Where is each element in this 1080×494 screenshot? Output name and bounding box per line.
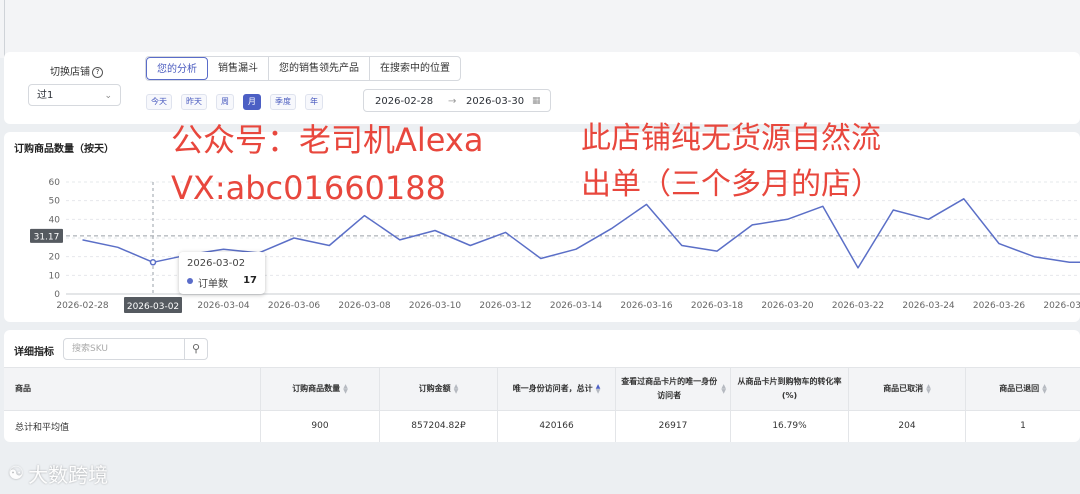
y-tick-label: 40 xyxy=(49,215,61,225)
chart-tooltip: 2026-03-02 订单数 17 xyxy=(179,252,265,294)
table-cell: 420166 xyxy=(497,410,615,442)
y-tick-label: 0 xyxy=(54,290,60,300)
column-header-order-amount[interactable]: 订购金额 ▲ ▼ xyxy=(379,368,497,410)
x-tick-label: 2026-02-28 xyxy=(56,301,109,311)
x-tick-label: 2026-03-04 xyxy=(197,301,250,311)
x-tick-label: 2026-03-24 xyxy=(902,301,955,311)
sku-search-input[interactable]: 搜索SKU ⚲ xyxy=(63,338,208,360)
series-dot-icon xyxy=(187,278,193,284)
column-header-unique-visitors[interactable]: 唯一身份访问者，总计 ▲ ▼ xyxy=(497,368,615,410)
table-cell: 204 xyxy=(848,410,965,442)
x-tick-label: 2026-03-12 xyxy=(479,301,531,311)
sort-icon[interactable]: ▲ ▼ xyxy=(343,384,348,395)
column-header-cart-conversion[interactable]: 从商品卡片到购物车的转化率(%) xyxy=(730,368,848,410)
x-tick-label: 2026-03-20 xyxy=(761,301,814,311)
table-row: 总计和平均值 900 857204.82₽ 420166 26917 16.79… xyxy=(4,410,1080,442)
x-tick-label: 2026-03-16 xyxy=(620,301,673,311)
orders-line-chart: 010203040506031.172026-02-282026-03-0220… xyxy=(30,178,1080,313)
column-header-ordered-qty[interactable]: 订购商品数量 ▲ ▼ xyxy=(260,368,379,410)
sort-icon[interactable]: ▲ ▼ xyxy=(926,384,931,395)
table-cell: 1 xyxy=(965,410,1080,442)
table-cell: 857204.82₽ xyxy=(379,410,497,442)
y-tick-label: 20 xyxy=(49,253,61,263)
watermark-line-2: VX:abc01660188 xyxy=(171,169,446,207)
sort-icon[interactable]: ▲ ▼ xyxy=(454,384,459,395)
x-tick-label: 2026-03-26 xyxy=(973,301,1026,311)
sort-icon[interactable]: ▲ ▼ xyxy=(721,384,726,395)
x-tick-label: 2026-03-06 xyxy=(268,301,321,311)
table-cell: 900 xyxy=(260,410,379,442)
tooltip-value: 17 xyxy=(243,275,257,286)
watermark-line-4: 出单（三个多月的店） xyxy=(581,167,881,202)
y-tick-label: 50 xyxy=(49,197,61,207)
logo-text: 大数跨境 xyxy=(28,462,109,487)
brand-logo: ☯ 大数跨境 xyxy=(8,458,108,488)
table-cell: 26917 xyxy=(615,410,730,442)
column-header-returned[interactable]: 商品已退回 ▲ ▼ xyxy=(965,368,1080,410)
watermark-line-3: 此店铺纯无货源自然流 xyxy=(581,121,881,156)
x-tick-label: 2026-03-10 xyxy=(409,301,462,311)
table-cell: 总计和平均值 xyxy=(15,422,70,433)
x-tick-label: 2026-03-28 xyxy=(1043,301,1080,311)
average-label: 31.17 xyxy=(34,232,60,242)
x-tick-label: 2026-03-22 xyxy=(832,301,884,311)
x-tick-label: 2026-03-14 xyxy=(550,301,603,311)
x-tick-label: 2026-03-18 xyxy=(691,301,744,311)
search-placeholder: 搜索SKU xyxy=(72,344,108,354)
column-header-product: 商品 xyxy=(15,384,31,393)
table-cell: 16.79% xyxy=(730,410,848,442)
y-tick-label: 60 xyxy=(49,178,61,188)
logo-icon: ☯ xyxy=(8,462,25,484)
highlight-point xyxy=(149,259,157,266)
sort-icon[interactable]: ▲ ▼ xyxy=(1042,384,1047,395)
search-icon[interactable]: ⚲ xyxy=(184,339,207,359)
column-header-card-visitors[interactable]: 查看过商品卡片的唯一身份访问者 ▲ ▼ xyxy=(615,368,730,410)
table-header: 商品 订购商品数量 ▲ ▼ 订购金额 ▲ ▼ 唯一身份访问者，总计 ▲ ▼ 查看过商品卡片的… xyxy=(4,367,1080,411)
details-title: 详细指标 xyxy=(14,347,54,358)
y-tick-label: 10 xyxy=(49,271,61,281)
x-tick-label: 2026-03-02 xyxy=(127,302,179,312)
tooltip-label: 订单数 xyxy=(198,279,228,290)
details-panel: 详细指标 搜索SKU ⚲ 商品 订购商品数量 ▲ ▼ 订购金额 ▲ ▼ 唯一身份访问者，… xyxy=(4,330,1080,442)
watermark-line-1: 公众号：老司机Alexa xyxy=(171,121,484,159)
sort-icon[interactable]: ▲ ▼ xyxy=(596,384,601,395)
tooltip-date: 2026-03-02 xyxy=(187,258,246,269)
x-tick-label: 2026-03-08 xyxy=(338,301,391,311)
column-header-cancelled[interactable]: 商品已取消 ▲ ▼ xyxy=(848,368,965,410)
